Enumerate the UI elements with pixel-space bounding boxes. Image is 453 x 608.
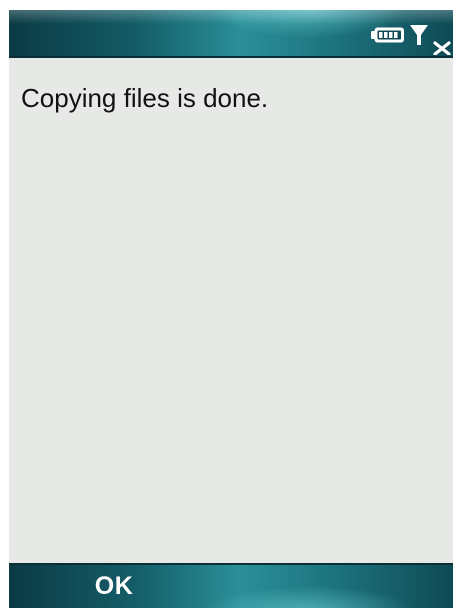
- softkey-bar: OK: [9, 563, 453, 608]
- right-softkey[interactable]: [243, 565, 453, 608]
- phone-screen: Copying files is done. OK: [9, 10, 453, 608]
- status-message: Copying files is done.: [21, 83, 269, 113]
- status-bar: [9, 10, 453, 58]
- ok-softkey[interactable]: OK: [9, 565, 219, 608]
- battery-icon: [371, 27, 404, 43]
- signal-no-service-icon: [410, 25, 451, 55]
